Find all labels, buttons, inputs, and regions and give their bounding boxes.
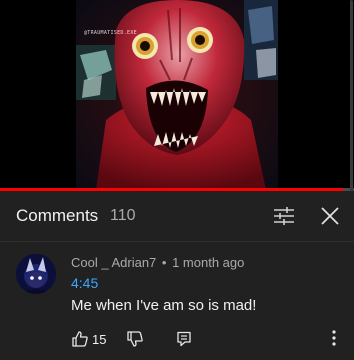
- avatar[interactable]: [16, 254, 56, 294]
- meta-separator: •: [161, 255, 167, 270]
- thumb-up-icon[interactable]: [69, 327, 91, 351]
- video-thumbnail-image: [76, 0, 278, 190]
- sort-filter-icon[interactable]: [270, 202, 298, 230]
- comment-age: 1 month ago: [172, 255, 245, 270]
- comment-text: Me when I've am so is mad!: [71, 297, 257, 314]
- comments-count: 110: [110, 207, 136, 224]
- video-player[interactable]: @TRAUMATISED.EXE: [0, 0, 354, 191]
- thumb-down-icon[interactable]: [124, 327, 146, 351]
- like-count: 15: [92, 332, 107, 347]
- comments-header: Comments 110: [0, 191, 354, 242]
- comment-item: Cool _ Adrian7 • 1 month ago 4:45 Me whe…: [0, 242, 354, 360]
- comments-title: Comments: [16, 206, 99, 225]
- close-icon[interactable]: [316, 202, 344, 230]
- video-watermark: @TRAUMATISED.EXE: [84, 30, 137, 36]
- timestamp-link[interactable]: 4:45: [71, 275, 98, 291]
- more-vertical-icon[interactable]: [322, 326, 346, 350]
- comment-author[interactable]: Cool _ Adrian7: [71, 255, 156, 270]
- scrollbar[interactable]: [350, 0, 353, 200]
- comment-meta: Cool _ Adrian7 • 1 month ago: [71, 255, 244, 270]
- reply-icon[interactable]: [173, 327, 195, 351]
